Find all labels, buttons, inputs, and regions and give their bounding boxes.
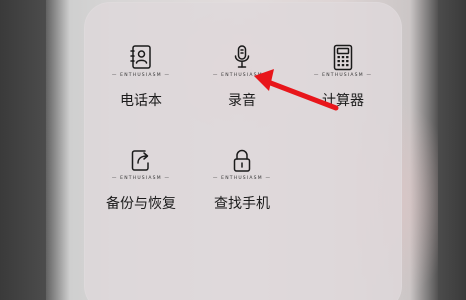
app-label-calculator: 计算器 [322, 93, 364, 109]
brand-caption: — ENTHUSIASM — [212, 176, 272, 181]
calculator-icon [328, 43, 358, 73]
app-tile-calculator[interactable]: — ENTHUSIASM — 计算器 [298, 43, 388, 133]
app-label-backup-restore: 备份与恢复 [106, 196, 176, 212]
app-tile-recorder[interactable]: — ENTHUSIASM — 录音 [197, 43, 287, 133]
app-tile-find-phone[interactable]: — ENTHUSIASM — 查找手机 [197, 146, 287, 236]
app-tile-contacts[interactable]: — ENTHUSIASM — 电话本 [96, 43, 186, 133]
backup-restore-icon [126, 146, 156, 176]
brand-caption: — ENTHUSIASM — [111, 176, 171, 181]
app-label-contacts: 电话本 [120, 93, 162, 109]
contacts-icon [126, 43, 156, 73]
microphone-icon [227, 43, 257, 73]
lock-icon [227, 146, 257, 176]
app-tile-backup-restore[interactable]: — ENTHUSIASM — 备份与恢复 [96, 146, 186, 236]
brand-caption: — ENTHUSIASM — [212, 73, 272, 78]
app-label-find-phone: 查找手机 [214, 196, 270, 212]
background-edge-left [0, 0, 46, 300]
brand-caption: — ENTHUSIASM — [111, 73, 171, 78]
app-label-recorder: 录音 [228, 93, 256, 109]
background-edge-right [438, 0, 466, 300]
brand-caption: — ENTHUSIASM — [313, 73, 373, 78]
